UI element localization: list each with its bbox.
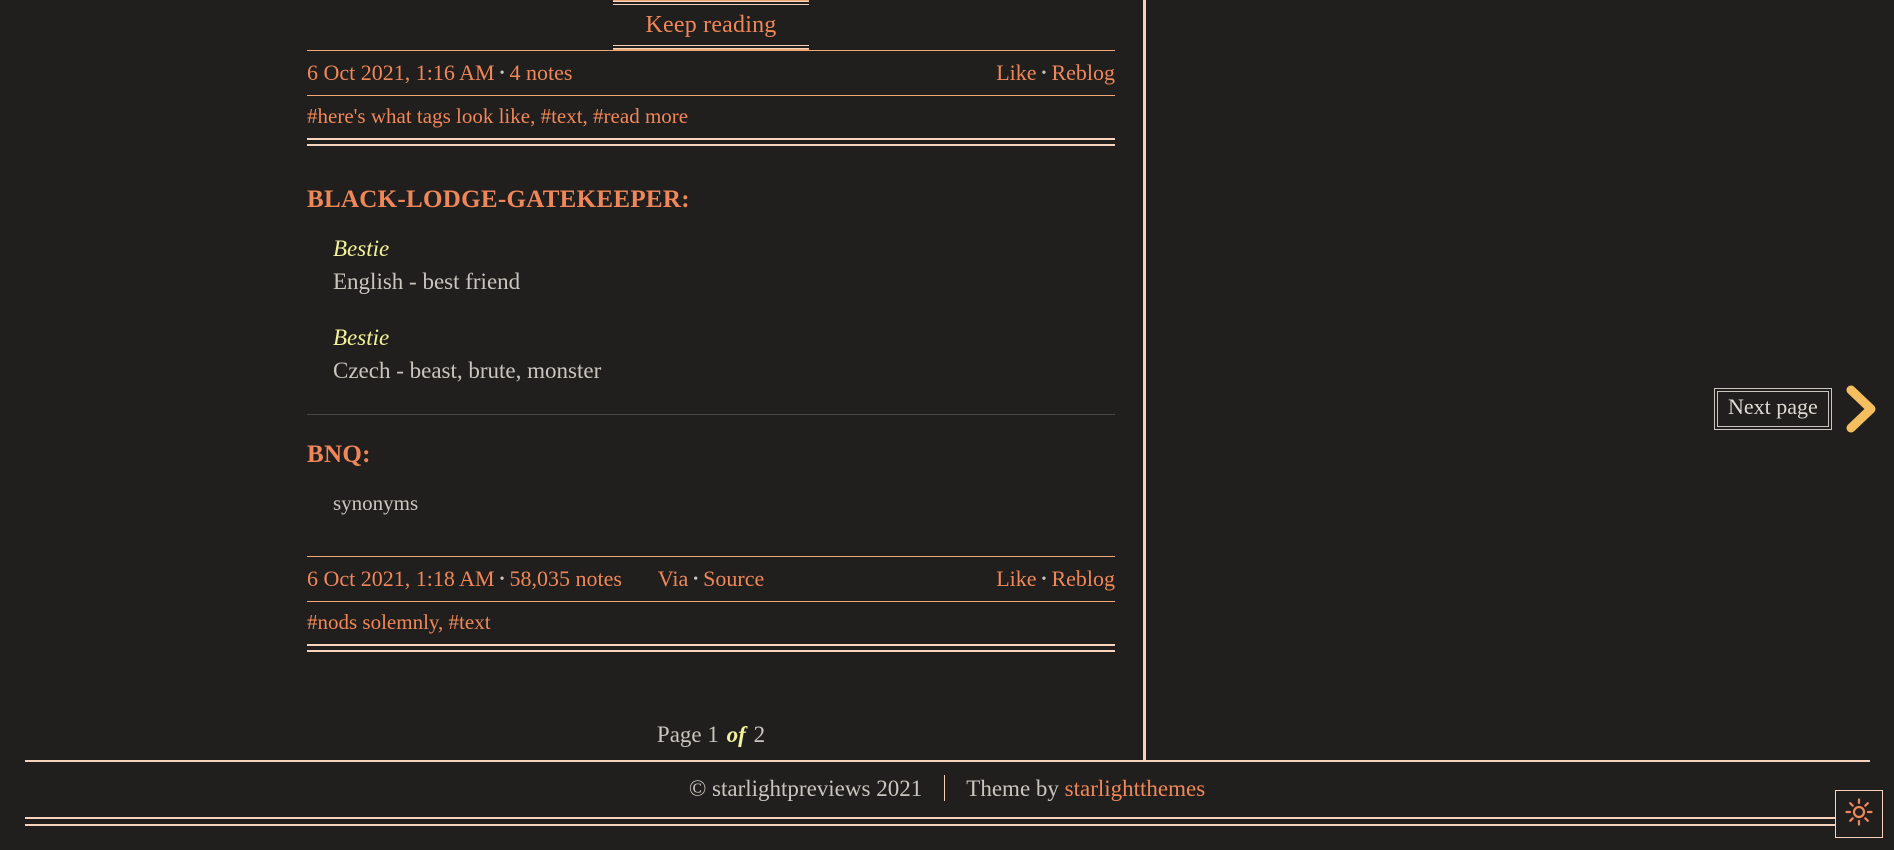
post-meta-left-1: 6 Oct 2021, 1:16 AM • 4 notes [307, 60, 572, 86]
source-link-2[interactable]: Source [703, 566, 764, 591]
footer-theme-credit-prefix: Theme by [966, 776, 1065, 801]
entry-definition: English - best friend [333, 269, 521, 294]
post-separator-1 [307, 138, 1115, 146]
post-separator-line-b [307, 650, 1115, 652]
reblog-button-2[interactable]: Reblog [1051, 566, 1115, 591]
action-bullet-icon: • [1041, 572, 1047, 587]
next-page-tooltip: Next page [1714, 388, 1832, 430]
theme-toggle-button[interactable] [1835, 790, 1883, 838]
reblog-button-1[interactable]: Reblog [1051, 60, 1115, 85]
post-title-2: BLACK-LODGE-GATEKEEPER: [307, 186, 1115, 214]
pagination-of: of [726, 722, 746, 747]
keep-reading-container: Keep reading [307, 0, 1115, 50]
source-bullet-icon: • [693, 572, 699, 587]
post-source-2: Via • Source [658, 566, 764, 592]
post-meta-2: 6 Oct 2021, 1:18 AM • 58,035 notes Via • Sou… [307, 556, 1115, 602]
chevron-right-icon[interactable] [1844, 385, 1878, 433]
pagination-total: 2 [753, 722, 766, 747]
entry-term: Bestie [333, 236, 390, 261]
post-actions-2: Like • Reblog [996, 566, 1115, 592]
footer-copyright: © starlightpreviews 2021 [688, 776, 923, 801]
entry-definition: Czech - beast, brute, monster [333, 358, 602, 383]
keep-reading-rule-bottom [613, 45, 809, 46]
keep-reading-link[interactable]: Keep reading [645, 12, 776, 38]
post-date-2[interactable]: 6 Oct 2021, 1:18 AM [307, 566, 495, 591]
next-page-tooltip-label: Next page [1717, 391, 1829, 427]
pagination-current: 1 [707, 722, 719, 747]
post-subtitle-2: BNQ: [307, 441, 1115, 469]
pagination: Page 1 of 2 [307, 692, 1115, 748]
post-separator-line-a [307, 138, 1115, 140]
footer-divider [943, 775, 945, 801]
via-link-2[interactable]: Via [658, 566, 688, 591]
next-page-control[interactable]: Next page [1714, 385, 1878, 433]
post-date-1[interactable]: 6 Oct 2021, 1:16 AM [307, 60, 495, 85]
pagination-page-word: Page [656, 722, 702, 747]
post-tags-2: #nods solemnly, #text [307, 602, 1115, 644]
dictionary-entry: Bestie Czech - beast, brute, monster [333, 325, 1115, 384]
meta-bullet-icon: • [499, 572, 505, 587]
content-divider [307, 414, 1115, 415]
sidebar-divider [1143, 0, 1146, 762]
action-bullet-icon: • [1041, 66, 1047, 81]
post-subtitle-link-2[interactable]: BNQ: [307, 441, 371, 468]
sun-icon [1844, 797, 1874, 832]
post-meta-1: 6 Oct 2021, 1:16 AM • 4 notes Like • Reblog [307, 50, 1115, 96]
post-separator-2 [307, 644, 1115, 652]
post-notes-2[interactable]: 58,035 notes [510, 566, 622, 591]
footer-theme-credit-link[interactable]: starlightthemes [1065, 776, 1206, 801]
footer: © starlightpreviews 2021 Theme by starli… [0, 775, 1894, 802]
like-button-2[interactable]: Like [996, 566, 1036, 591]
post-tags-link-1[interactable]: #here's what tags look like, #text, #rea… [307, 104, 688, 128]
footer-theme-credit: Theme by starlightthemes [966, 776, 1205, 801]
footer-rule-top [25, 760, 1870, 762]
post-separator-line-b [307, 144, 1115, 146]
like-button-1[interactable]: Like [996, 60, 1036, 85]
footer-rule-line-b [25, 824, 1870, 826]
footer-rule-bottom [25, 817, 1870, 828]
post-meta-left-2: 6 Oct 2021, 1:18 AM • 58,035 notes [307, 566, 622, 592]
post-body-2: synonyms [333, 491, 419, 515]
post-title-link-2[interactable]: BLACK-LODGE-GATEKEEPER: [307, 186, 690, 213]
post-notes-1[interactable]: 4 notes [510, 60, 573, 85]
post-separator-line-a [307, 644, 1115, 646]
keep-reading-rule-top [613, 4, 809, 5]
keep-reading-block: Keep reading [613, 0, 809, 50]
dictionary-entry: Bestie English - best friend [333, 236, 1115, 295]
meta-bullet-icon: • [499, 66, 505, 81]
entry-term: Bestie [333, 325, 390, 350]
post-tags-1: #here's what tags look like, #text, #rea… [307, 96, 1115, 138]
footer-rule-line-a [25, 817, 1870, 819]
post-tags-link-2[interactable]: #nods solemnly, #text [307, 610, 491, 634]
content-column: Keep reading 6 Oct 2021, 1:16 AM • 4 notes… [307, 0, 1115, 748]
post-actions-1: Like • Reblog [996, 60, 1115, 86]
